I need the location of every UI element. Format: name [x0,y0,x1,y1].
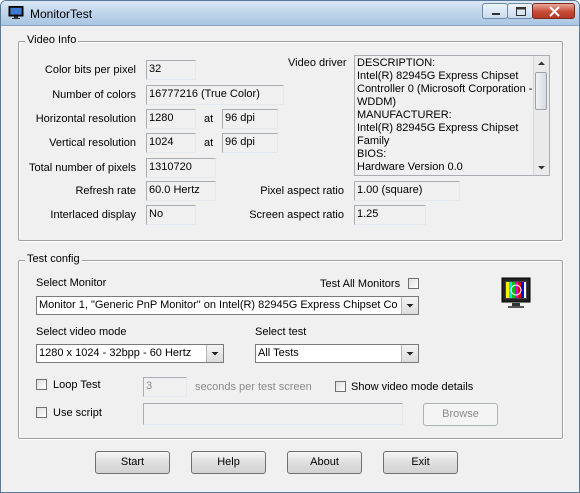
select-monitor-value: Monitor 1, "Generic PnP Monitor" on Inte… [39,299,398,311]
select-monitor-label: Select Monitor [36,277,107,289]
color-bits-label: Color bits per pixel [44,64,136,76]
chevron-down-icon [406,304,414,308]
horizontal-resolution-field: 1280 [146,109,196,129]
monitor-test-pattern-icon [501,277,531,308]
driver-line: Controller 0 (Microsoft Corporation - [357,83,533,95]
number-of-colors-label: Number of colors [52,89,136,101]
horizontal-resolution-label: Horizontal resolution [35,113,136,125]
minimize-icon [492,13,500,15]
test-all-monitors-label: Test All Monitors [320,278,401,290]
driver-line: Family [357,135,390,147]
chevron-down-icon [211,352,219,356]
interlaced-label: Interlaced display [50,209,136,221]
vertical-dpi-field: 96 dpi [222,133,278,153]
dropdown-arrow[interactable] [401,345,418,362]
about-button[interactable]: About [287,451,362,474]
select-video-mode-label: Select video mode [36,326,127,338]
video-driver-memo[interactable]: DESCRIPTION: Intel(R) 82945G Express Chi… [354,55,550,176]
vertical-resolution-label: Vertical resolution [49,137,136,149]
horizontal-at-label: at [204,113,214,125]
driver-scrollbar[interactable] [533,56,549,175]
show-video-mode-details-label: Show video mode details [351,381,474,393]
vertical-at-label: at [204,137,214,149]
start-button[interactable]: Start [95,451,170,474]
loop-test-checkbox[interactable] [36,379,47,390]
use-script-label: Use script [53,407,102,419]
window-title: MonitorTest [30,7,93,21]
driver-line: Intel(R) 82945G Express Chipset [357,122,519,134]
title-bar[interactable]: MonitorTest [1,1,579,26]
refresh-rate-field: 60.0 Hertz [146,181,216,201]
loop-seconds-field[interactable]: 3 [143,377,187,397]
chevron-down-icon [406,352,414,356]
use-script-checkbox[interactable] [36,407,47,418]
client-area: Video Info Color bits per pixel 32 Numbe… [4,27,576,489]
monitor-app-icon [8,6,24,19]
dropdown-arrow[interactable] [206,345,223,362]
show-video-mode-details-checkbox[interactable] [335,381,346,392]
scroll-thumb[interactable] [535,72,547,110]
close-button[interactable] [532,3,575,19]
scroll-up-icon[interactable] [534,56,549,71]
maximize-button[interactable] [507,3,533,19]
test-all-monitors-checkbox[interactable] [408,278,419,289]
screen-aspect-label: Screen aspect ratio [249,209,344,221]
monitortest-window: MonitorTest Video Info Color bits per pi… [0,0,580,493]
driver-line: Intel(R) 82945G Express Chipset [357,70,519,82]
select-test-value: All Tests [258,347,299,359]
horizontal-dpi-field: 96 dpi [222,109,278,129]
screen-aspect-field: 1.25 [354,205,426,225]
script-path-field[interactable] [143,403,403,425]
driver-line: Hardware Version 0.0 [357,161,463,173]
maximize-icon [516,7,526,16]
loop-test-label: Loop Test [53,379,101,391]
test-config-group-label: Test config [25,253,82,265]
pixel-aspect-label: Pixel aspect ratio [260,185,344,197]
scroll-down-icon[interactable] [534,160,549,175]
video-driver-label: Video driver [288,57,347,69]
vertical-resolution-field: 1024 [146,133,196,153]
total-pixels-field: 1310720 [146,158,216,178]
driver-line: WDDM) [357,96,397,108]
help-button[interactable]: Help [191,451,266,474]
interlaced-field: No [146,205,196,225]
select-video-mode-value: 1280 x 1024 - 32bpp - 60 Hertz [39,347,192,359]
close-icon [549,6,560,17]
driver-line: BIOS: [357,148,387,160]
exit-button[interactable]: Exit [383,451,458,474]
pixel-aspect-field: 1.00 (square) [354,181,460,201]
select-monitor-combo[interactable]: Monitor 1, "Generic PnP Monitor" on Inte… [36,296,419,315]
total-pixels-label: Total number of pixels [29,162,136,174]
seconds-per-screen-label: seconds per test screen [195,381,312,393]
color-bits-field: 32 [146,60,196,80]
select-video-mode-combo[interactable]: 1280 x 1024 - 32bpp - 60 Hertz [36,344,224,363]
minimize-button[interactable] [482,3,508,19]
browse-button[interactable]: Browse [423,403,498,426]
driver-line: MANUFACTURER: [357,109,452,121]
select-test-combo[interactable]: All Tests [255,344,419,363]
number-of-colors-field: 16777216 (True Color) [146,85,284,105]
video-info-group-label: Video Info [25,34,79,46]
refresh-rate-label: Refresh rate [75,185,136,197]
driver-line: DESCRIPTION: [357,57,436,69]
select-test-label: Select test [255,326,307,338]
dropdown-arrow[interactable] [401,297,418,314]
